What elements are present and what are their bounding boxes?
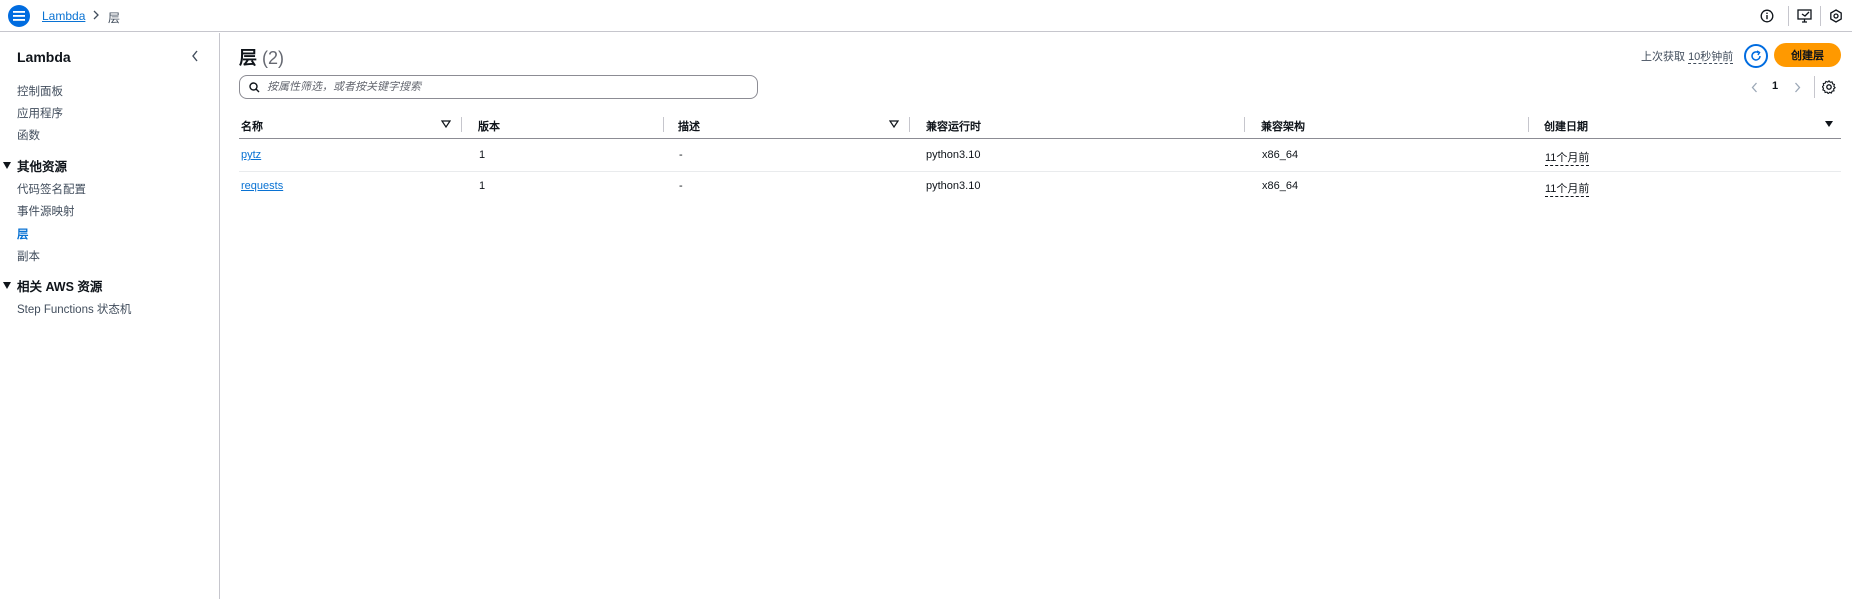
sidebar-section-other-resources[interactable]: 其他资源 xyxy=(3,156,67,175)
sidebar-item-layers[interactable]: 层 xyxy=(17,226,29,242)
breadcrumb-lambda[interactable]: Lambda xyxy=(42,9,85,23)
search-input[interactable] xyxy=(267,81,737,93)
layer-description: - xyxy=(679,149,683,161)
sidebar-item-dashboard[interactable]: 控制面板 xyxy=(17,83,63,99)
table-settings-gear-icon[interactable] xyxy=(1821,79,1837,95)
page-title: 层 (2) xyxy=(239,44,284,70)
sidebar-section-related-aws[interactable]: 相关 AWS 资源 xyxy=(3,276,102,295)
layer-name-link[interactable]: pytz xyxy=(241,149,261,161)
sidebar-item-applications[interactable]: 应用程序 xyxy=(17,105,63,121)
column-divider xyxy=(1528,117,1529,132)
sidebar-section-label: 相关 AWS 资源 xyxy=(17,280,103,294)
layer-runtime: python3.10 xyxy=(926,180,981,192)
settings-hex-icon[interactable] xyxy=(1827,7,1845,25)
sidebar-item-functions[interactable]: 函数 xyxy=(17,127,40,143)
layer-created-date: 11个月前 xyxy=(1545,180,1590,197)
column-divider xyxy=(663,117,664,132)
search-icon xyxy=(249,81,260,92)
table-header-border xyxy=(239,138,1841,139)
column-header-description[interactable]: 描述 xyxy=(678,118,700,134)
sidebar-item-step-functions[interactable]: Step Functions 状态机 xyxy=(17,301,131,317)
sidebar-title[interactable]: Lambda xyxy=(17,49,71,65)
sort-descending-icon[interactable] xyxy=(1824,119,1834,129)
sidebar-section-label: 其他资源 xyxy=(17,160,68,174)
last-fetched-status: 上次获取 10秒钟前 xyxy=(1641,48,1734,64)
page-title-text: 层 xyxy=(239,48,257,68)
layer-version: 1 xyxy=(479,180,486,192)
sort-icon[interactable] xyxy=(889,119,899,129)
row-divider xyxy=(239,171,1841,172)
divider xyxy=(1788,6,1789,26)
column-header-compatible-runtimes[interactable]: 兼容运行时 xyxy=(926,118,981,134)
layer-architecture: x86_64 xyxy=(1262,149,1299,161)
column-divider xyxy=(1244,117,1245,132)
info-icon[interactable] xyxy=(1758,7,1776,25)
column-divider xyxy=(461,117,462,132)
layer-count: (2) xyxy=(262,48,285,68)
caret-down-icon xyxy=(3,162,11,169)
search-filter[interactable] xyxy=(239,75,758,99)
sidebar-item-event-source-mapping[interactable]: 事件源映射 xyxy=(17,203,75,219)
sort-icon[interactable] xyxy=(441,119,451,129)
last-fetched-label: 上次获取 xyxy=(1641,51,1685,63)
divider xyxy=(1820,6,1821,26)
create-layer-button[interactable]: 创建层 xyxy=(1774,43,1841,67)
divider xyxy=(1814,76,1815,98)
refresh-icon xyxy=(1751,50,1761,61)
menu-icon[interactable] xyxy=(8,5,30,27)
layer-created-date: 11个月前 xyxy=(1545,149,1590,166)
layer-version: 1 xyxy=(479,149,486,161)
column-header-compatible-architectures[interactable]: 兼容架构 xyxy=(1261,118,1305,134)
sidebar-item-replicas[interactable]: 副本 xyxy=(17,248,40,264)
last-fetched-time: 10秒钟前 xyxy=(1688,51,1734,64)
column-header-created-date[interactable]: 创建日期 xyxy=(1544,118,1588,134)
column-header-name[interactable]: 名称 xyxy=(241,118,263,134)
caret-down-icon xyxy=(3,282,11,289)
previous-page-icon[interactable] xyxy=(1748,80,1760,94)
layer-name-link[interactable]: requests xyxy=(241,180,283,192)
chevron-right-icon xyxy=(92,9,100,23)
breadcrumb-current: 层 xyxy=(108,11,121,25)
top-navigation-bar: Lambda 层 xyxy=(0,0,1852,32)
sidebar-item-code-signing[interactable]: 代码签名配置 xyxy=(17,181,86,197)
next-page-icon[interactable] xyxy=(1791,80,1803,94)
collapse-sidebar-icon[interactable] xyxy=(186,47,204,65)
layer-description: - xyxy=(679,180,683,192)
column-divider xyxy=(909,117,910,132)
refresh-button[interactable] xyxy=(1744,44,1768,68)
feedback-icon[interactable] xyxy=(1796,7,1814,25)
layer-runtime: python3.10 xyxy=(926,149,981,161)
side-navigation: Lambda 控制面板 应用程序 函数 其他资源 代码签名配置 事件源映射 层 … xyxy=(0,33,220,599)
column-header-version[interactable]: 版本 xyxy=(478,118,500,134)
page-number[interactable]: 1 xyxy=(1772,80,1778,92)
layer-architecture: x86_64 xyxy=(1262,180,1299,192)
